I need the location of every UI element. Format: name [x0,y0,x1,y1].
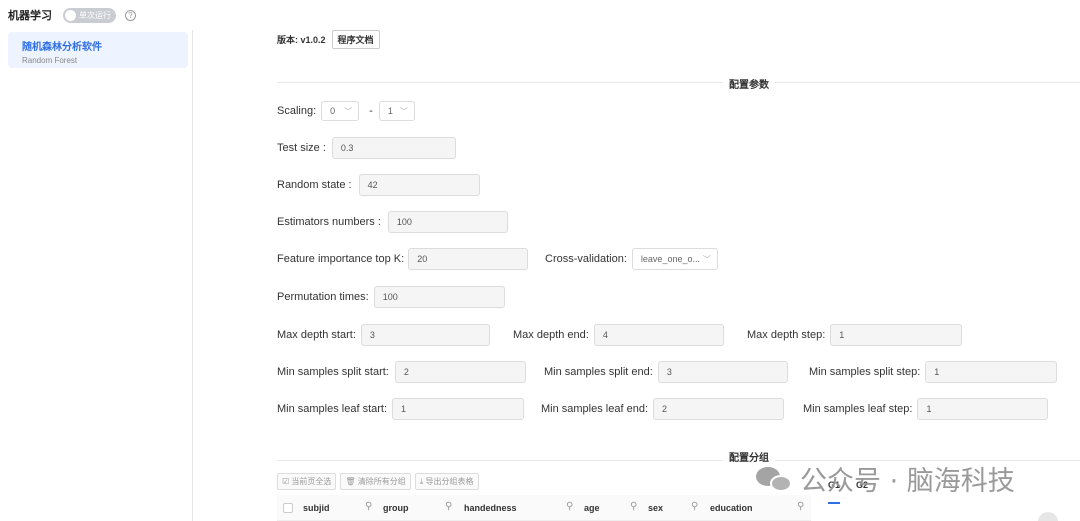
export-groups-button[interactable]: ⤓ 导出分组表格 [414,473,479,490]
min-split-end-field: Min samples split end: 3 [544,361,788,383]
toggle-knob [65,9,76,21]
help-icon[interactable]: ? [125,9,136,21]
random-state-field: Random state : 42 [277,174,480,196]
min-leaf-end-input[interactable]: 2 [653,398,784,420]
wechat-icon [756,465,792,493]
column-header-education[interactable]: education [710,503,753,513]
test-size-label: Test size : [277,142,326,154]
chevron-down-icon: ﹀ [702,254,711,264]
min-leaf-step-field: Min samples leaf step: 1 [803,398,1049,420]
table-header: subjid ⚲ group ⚲ handedness ⚲ age ⚲ sex … [277,495,811,521]
feature-topk-label: Feature importance top K: [277,253,405,265]
min-leaf-start-input[interactable]: 1 [392,398,525,420]
sidebar-item-label: 随机森林分析软件 [22,42,102,53]
random-state-label: Random state : [277,179,352,191]
sidebar-item-sublabel: Random Forest [22,56,78,65]
min-leaf-end-field: Min samples leaf end: 2 [541,398,784,420]
column-header-age[interactable]: age [584,503,600,513]
scaling-label: Scaling: [277,105,317,117]
permutation-label: Permutation times: [277,291,369,303]
column-header-sex[interactable]: sex [648,503,663,513]
active-tab-indicator [828,502,840,504]
min-split-end-input[interactable]: 3 [657,361,788,383]
max-depth-step-label: Max depth step: [747,329,826,341]
min-leaf-start-field: Min samples leaf start: 1 [277,398,525,420]
permutation-field: Permutation times: 100 [277,286,505,308]
feature-topk-input[interactable]: 20 [408,248,529,270]
min-split-start-label: Min samples split start: [277,366,389,378]
max-depth-end-label: Max depth end: [513,329,589,341]
column-header-subjid[interactable]: subjid [303,503,330,513]
max-depth-start-label: Max depth start: [277,329,356,341]
max-depth-step-field: Max depth step: 1 [747,324,963,346]
sidebar: 随机森林分析软件 Random Forest [0,30,193,521]
min-leaf-step-label: Min samples leaf step: [803,403,913,415]
scaling-from-select[interactable]: 0 ﹀ [321,101,360,121]
scaling-dash: - [369,105,373,117]
docs-button[interactable]: 程序文档 [331,30,380,49]
sidebar-item-random-forest[interactable]: 随机森林分析软件 Random Forest [8,32,188,68]
estimators-label: Estimators numbers : [277,216,381,228]
scaling-from-value: 0 [330,106,336,116]
single-run-toggle[interactable]: 单次运行 [63,7,116,23]
feature-topk-field: Feature importance top K: 20 [277,248,529,270]
chevron-down-icon: ﹀ [344,106,353,116]
permutation-input[interactable]: 100 [373,286,505,308]
min-leaf-end-label: Min samples leaf end: [541,403,648,415]
chevron-down-icon: ﹀ [399,106,408,116]
estimators-field: Estimators numbers : 100 [277,211,508,233]
max-depth-start-input[interactable]: 3 [360,324,490,346]
min-split-end-label: Min samples split end: [544,366,653,378]
scaling-to-value: 1 [387,106,393,116]
cross-validation-label: Cross-validation: [545,253,627,265]
watermark: 公众号 · 脑海科技 [756,459,1015,498]
max-depth-step-input[interactable]: 1 [830,324,963,346]
select-all-checkbox[interactable] [283,502,293,513]
min-leaf-start-label: Min samples leaf start: [277,403,388,415]
version-label: 版本: v1.0.2 [277,35,326,45]
min-split-start-input[interactable]: 2 [394,361,526,383]
search-icon[interactable]: ⚲ [365,501,372,512]
random-state-input[interactable]: 42 [358,174,480,196]
min-leaf-step-input[interactable]: 1 [917,398,1049,420]
watermark-text: 公众号 · 脑海科技 [800,466,1015,497]
column-header-group[interactable]: group [383,503,409,513]
search-icon[interactable]: ⚲ [566,501,573,512]
cross-validation-field: Cross-validation: leave_one_o... ﹀ [545,248,718,270]
estimators-input[interactable]: 100 [387,211,508,233]
app-title: 机器学习 [8,10,52,22]
search-icon[interactable]: ⚲ [797,501,804,512]
scaling-field: Scaling: 0 ﹀ - 1 ﹀ [277,101,415,121]
cross-validation-select[interactable]: leave_one_o... ﹀ [631,248,718,270]
cross-validation-value: leave_one_o... [640,254,700,264]
scroll-top-button[interactable] [1038,512,1058,521]
search-icon[interactable]: ⚲ [630,501,637,512]
search-icon[interactable]: ⚲ [691,501,698,512]
max-depth-end-input[interactable]: 4 [593,324,724,346]
clear-groups-button[interactable]: 🗑 清除所有分组 [340,473,411,490]
min-split-start-field: Min samples split start: 2 [277,361,526,383]
test-size-field: Test size : 0.3 [277,137,456,159]
select-page-button[interactable]: ☑ 当前页全选 [277,473,337,490]
app-header: 机器学习 单次运行 ? [0,0,192,30]
test-size-input[interactable]: 0.3 [331,137,456,159]
max-depth-start-field: Max depth start: 3 [277,324,490,346]
toggle-label: 单次运行 [79,10,111,20]
params-divider [277,82,1080,83]
min-split-step-field: Min samples split step: 1 [809,361,1058,383]
version-row: 版本: v1.0.2 程序文档 [277,30,380,49]
column-header-handedness[interactable]: handedness [464,503,517,513]
min-split-step-input[interactable]: 1 [925,361,1058,383]
min-split-step-label: Min samples split step: [809,366,921,378]
group-toolbar: ☑ 当前页全选 🗑 清除所有分组 ⤓ 导出分组表格 [277,473,479,490]
max-depth-end-field: Max depth end: 4 [513,324,724,346]
search-icon[interactable]: ⚲ [445,501,452,512]
scaling-to-select[interactable]: 1 ﹀ [378,101,415,121]
params-section-title: 配置参数 [723,76,775,91]
